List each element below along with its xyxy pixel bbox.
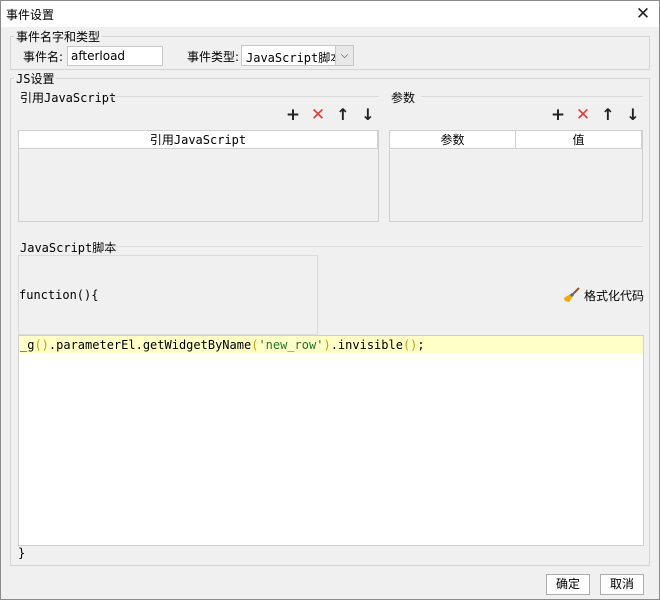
broom-icon <box>564 287 580 302</box>
ref-js-divider <box>107 96 379 97</box>
ref-js-title: 引用JavaScript <box>20 91 117 105</box>
arrow-up-icon[interactable]: ↑ <box>334 106 352 124</box>
arrow-down-icon[interactable]: ↓ <box>359 106 377 124</box>
ok-button[interactable]: 确定 <box>546 574 590 595</box>
js-group-legend: JS设置 <box>14 70 57 87</box>
title-bar: 事件设置 ✕ <box>1 1 659 27</box>
param-value-column-header[interactable]: 值 <box>516 131 642 149</box>
code-editor[interactable]: _g().parameterEl.getWidgetByName('new_ro… <box>18 335 644 546</box>
event-name-label: 事件名: <box>23 50 64 64</box>
ref-js-table[interactable]: 引用JavaScript <box>18 130 379 222</box>
params-title: 参数 <box>391 91 416 105</box>
cancel-button[interactable]: 取消 <box>600 574 644 595</box>
js-script-title: JavaScript脚本 <box>20 241 117 255</box>
close-icon[interactable]: ✕ <box>631 3 655 25</box>
event-type-label: 事件类型: <box>187 50 240 64</box>
ref-js-table-header: 引用JavaScript <box>19 131 378 149</box>
delete-icon[interactable]: ✕ <box>574 106 592 124</box>
format-code-button[interactable]: 格式化代码 <box>563 286 644 304</box>
event-settings-dialog: 事件设置 ✕ 事件名字和类型 事件名: afterload 事件类型: Java… <box>0 0 660 600</box>
code-line[interactable]: _g().parameterEl.getWidgetByName('new_ro… <box>19 336 643 354</box>
params-divider <box>421 96 643 97</box>
ref-js-column-header[interactable]: 引用JavaScript <box>19 131 378 149</box>
event-type-value: JavaScript脚本 <box>246 51 343 65</box>
arrow-down-icon[interactable]: ↓ <box>624 106 642 124</box>
js-script-divider <box>107 246 643 247</box>
params-table[interactable]: 参数 值 <box>389 130 643 222</box>
param-name-column-header[interactable]: 参数 <box>390 131 516 149</box>
delete-icon[interactable]: ✕ <box>309 106 327 124</box>
plus-icon[interactable]: + <box>549 106 567 124</box>
arrow-up-icon[interactable]: ↑ <box>599 106 617 124</box>
function-footer: } <box>18 546 26 560</box>
event-type-select[interactable]: JavaScript脚本 ⌵ <box>241 45 354 66</box>
format-code-label: 格式化代码 <box>584 288 645 303</box>
function-header: function(){ <box>19 288 99 302</box>
plus-icon[interactable]: + <box>284 106 302 124</box>
event-name-input[interactable]: afterload <box>67 46 163 66</box>
dialog-title: 事件设置 <box>6 8 55 22</box>
params-table-header: 参数 值 <box>390 131 642 149</box>
event-group-legend: 事件名字和类型 <box>14 28 103 45</box>
chevron-down-icon[interactable]: ⌵ <box>335 46 353 65</box>
event-name-value: afterload <box>71 49 126 63</box>
